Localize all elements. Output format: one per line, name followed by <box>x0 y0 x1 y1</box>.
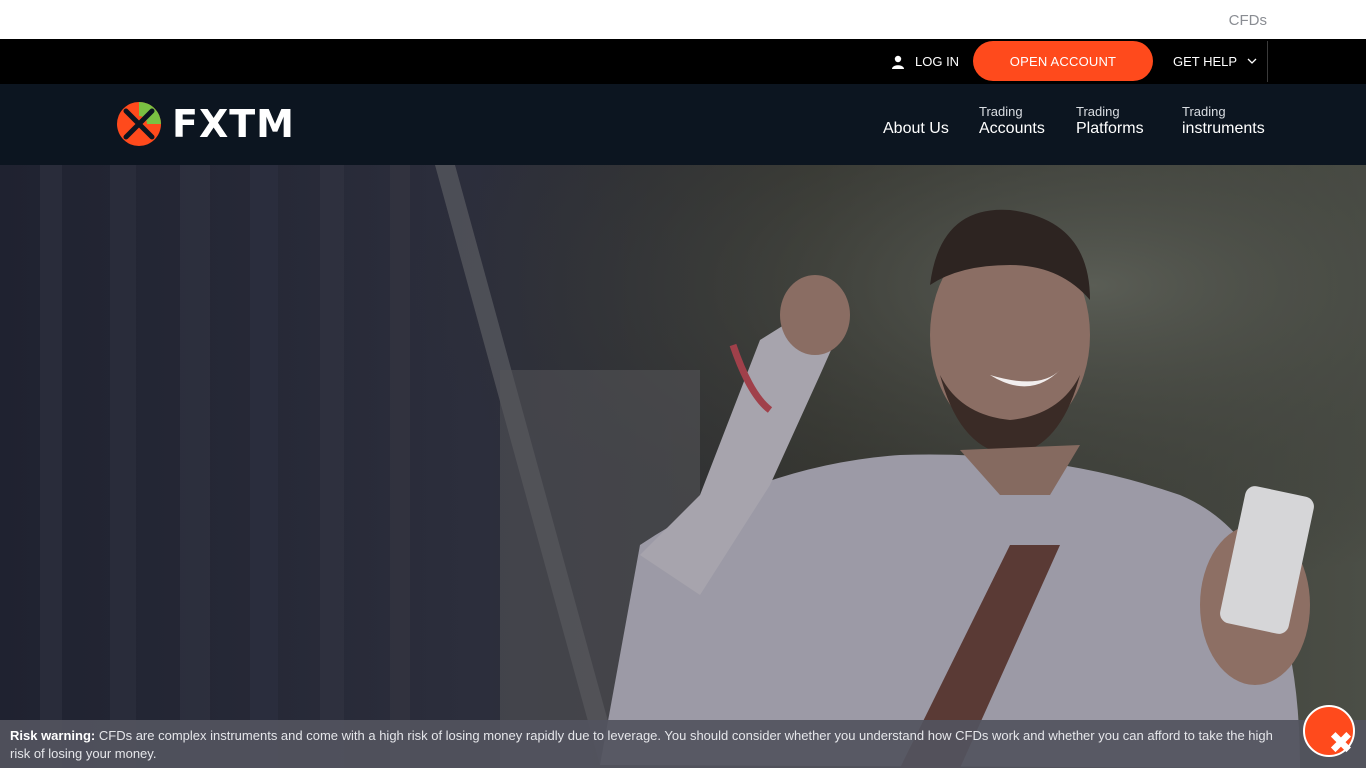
hero-image <box>0 165 1366 768</box>
breadcrumb-cfds[interactable]: CFDs <box>1229 12 1267 29</box>
nav-trading-platforms[interactable]: Trading Platforms <box>1076 104 1144 138</box>
main-nav: FXTM About Us Trading Accounts Trading P… <box>0 84 1366 165</box>
login-label: LOG IN <box>915 54 960 69</box>
get-help-label: GET HELP <box>1173 54 1238 69</box>
risk-warning-label: Risk warning: <box>10 728 96 743</box>
fxtm-logo[interactable]: FXTM <box>116 101 295 147</box>
logo-mark-icon <box>117 102 161 146</box>
open-account-button[interactable]: OPEN ACCOUNT <box>973 41 1153 81</box>
user-icon <box>892 55 904 69</box>
chevron-down-icon <box>1247 58 1257 64</box>
utility-bar: LOG IN OPEN ACCOUNT GET HELP <box>0 39 1366 84</box>
login-link[interactable]: LOG IN <box>891 39 959 84</box>
nav-trading-instruments[interactable]: Trading instruments <box>1182 104 1265 138</box>
nav-label: About Us <box>883 120 949 137</box>
nav-label: instruments <box>1182 120 1265 137</box>
nav-sublabel: Trading <box>1076 104 1120 119</box>
risk-warning-text: CFDs are complex instruments and come wi… <box>10 728 1273 761</box>
close-icon[interactable]: ✖ <box>1326 729 1356 759</box>
nav-trading-accounts[interactable]: Trading Accounts <box>979 104 1045 138</box>
nav-about-us[interactable]: About Us <box>883 120 949 138</box>
nav-label: Accounts <box>979 120 1045 137</box>
risk-warning-banner: Risk warning: CFDs are complex instrumen… <box>0 720 1366 768</box>
nav-label: Platforms <box>1076 120 1144 137</box>
logo-text: FXTM <box>172 102 295 146</box>
nav-sublabel: Trading <box>979 104 1023 119</box>
get-help-dropdown[interactable]: GET HELP <box>1173 39 1257 84</box>
nav-sublabel: Trading <box>1182 104 1226 119</box>
divider <box>1267 41 1268 82</box>
top-strip: CFDs <box>0 0 1366 39</box>
hero-photo <box>0 165 1366 768</box>
